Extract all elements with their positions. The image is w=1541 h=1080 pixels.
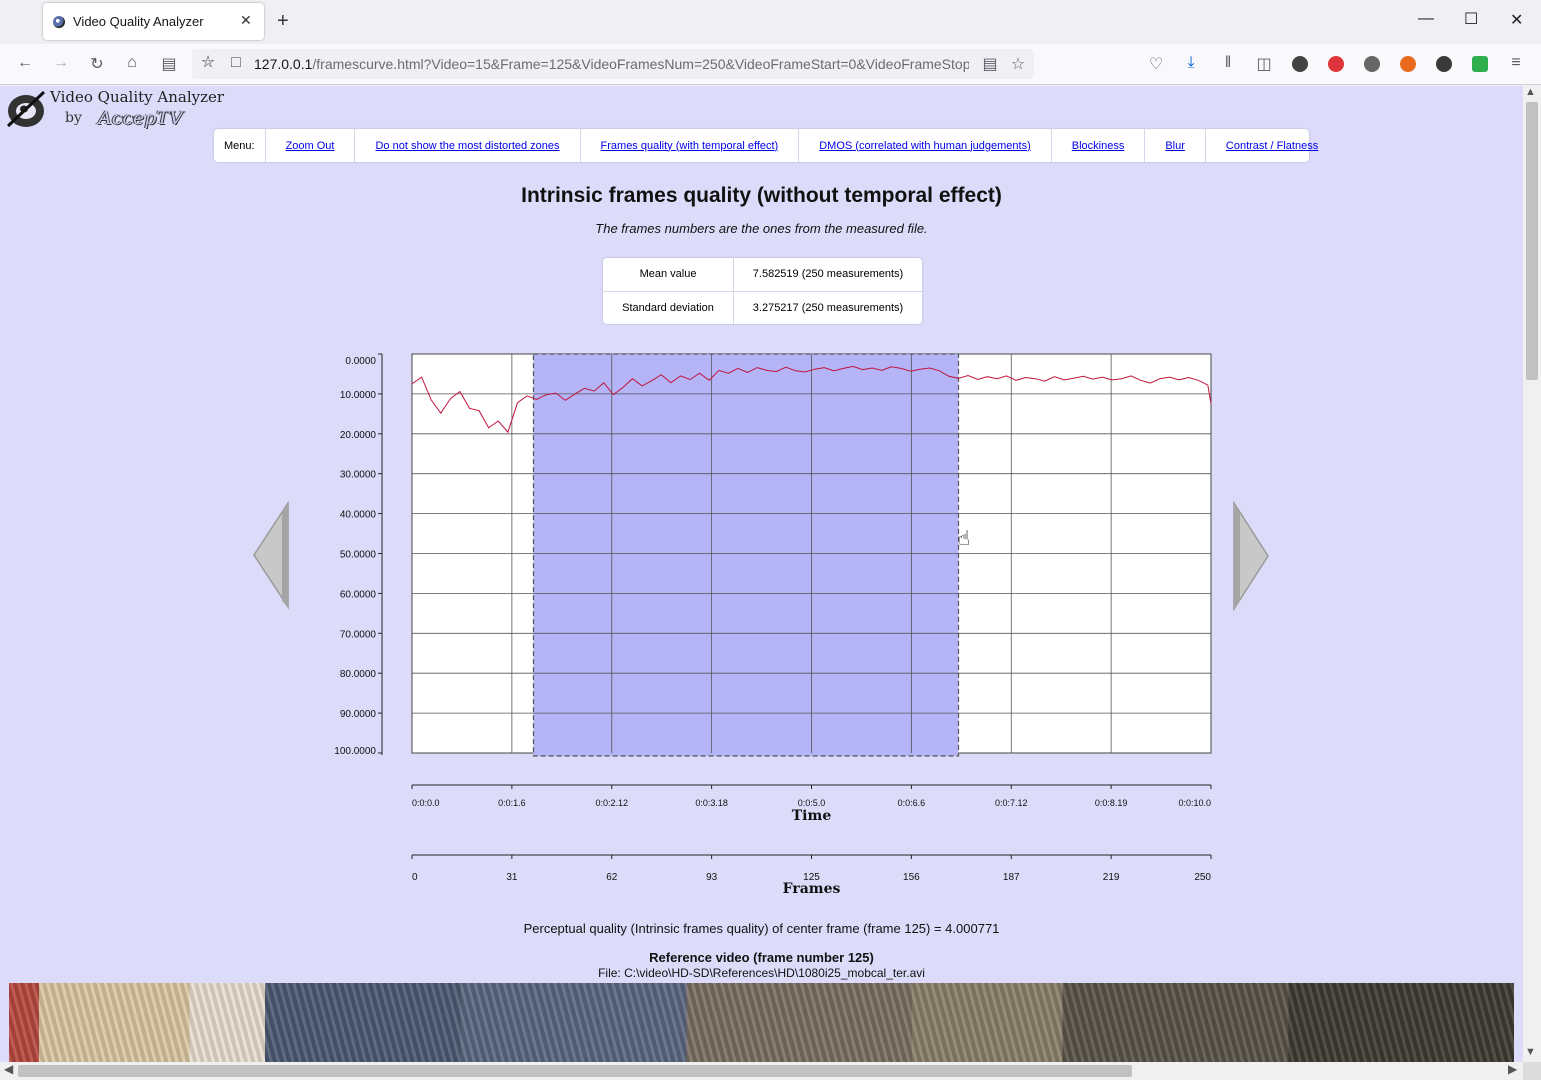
frame-tick-label: 156 [903, 872, 920, 883]
y-tick-label: 80.0000 [340, 669, 377, 680]
frame-tick-label: 219 [1103, 872, 1120, 883]
frame-tick-label: 93 [706, 872, 718, 883]
scroll-left-icon[interactable]: ◀ [4, 1062, 13, 1076]
perceptual-quality-text: Perceptual quality (Intrinsic frames qua… [523, 921, 1000, 936]
y-tick-label: 20.0000 [340, 430, 377, 441]
y-tick-label: 70.0000 [340, 629, 377, 640]
scroll-right-icon[interactable]: ▶ [1508, 1062, 1517, 1076]
scrollbar-corner [1523, 1062, 1541, 1080]
y-tick-label: 10.0000 [340, 390, 377, 401]
reference-frame-texture [9, 983, 1514, 1062]
time-tick-label: 0:0:2.12 [595, 798, 628, 808]
time-tick-label: 0:0:3.18 [695, 798, 728, 808]
time-tick-label: 0:0:10.0 [1178, 798, 1211, 808]
y-tick-label: 0.0000 [345, 356, 376, 367]
time-axis-label: Time [792, 808, 832, 824]
y-tick-label: 60.0000 [340, 589, 377, 600]
quality-chart[interactable]: 0.0000 10.0000 20.0000 30.0000 40.0000 50.000… [0, 0, 1523, 910]
hand-cursor-icon: ☝ [958, 528, 971, 550]
y-tick-label: 90.0000 [340, 709, 377, 720]
y-tick-label: 30.0000 [340, 470, 377, 481]
selection-band [532, 353, 960, 757]
frame-tick-label: 31 [506, 872, 518, 883]
scroll-down-icon[interactable]: ▼ [1525, 1046, 1536, 1058]
horizontal-scroll-thumb[interactable] [18, 1065, 1132, 1077]
time-tick-label: 0:0:6.6 [898, 798, 926, 808]
frame-tick-label: 250 [1194, 872, 1211, 883]
time-tick-label: 0:0:7.12 [995, 798, 1028, 808]
previous-arrow-icon[interactable] [252, 501, 292, 611]
reference-video-title: Reference video (frame number 125) [649, 950, 874, 965]
next-arrow-icon[interactable] [1232, 501, 1272, 613]
time-tick-label: 0:0:1.6 [498, 798, 526, 808]
scroll-up-icon[interactable]: ▲ [1525, 86, 1536, 98]
frame-tick-label: 0 [412, 872, 418, 883]
frame-tick-label: 187 [1003, 872, 1020, 883]
reference-file-path: File: C:\video\HD-SD\References\HD\1080i… [598, 966, 925, 980]
y-tick-label: 40.0000 [340, 510, 377, 521]
vertical-scroll-thumb[interactable] [1526, 102, 1538, 380]
frame-tick-label: 62 [606, 872, 618, 883]
time-tick-label: 0:0:5.0 [798, 798, 826, 808]
frames-axis-label: Frames [783, 881, 841, 897]
time-tick-label: 0:0:8.19 [1095, 798, 1128, 808]
y-tick-label: 100.0000 [334, 746, 376, 757]
time-tick-label: 0:0:0.0 [412, 798, 440, 808]
y-tick-label: 50.0000 [340, 550, 377, 561]
